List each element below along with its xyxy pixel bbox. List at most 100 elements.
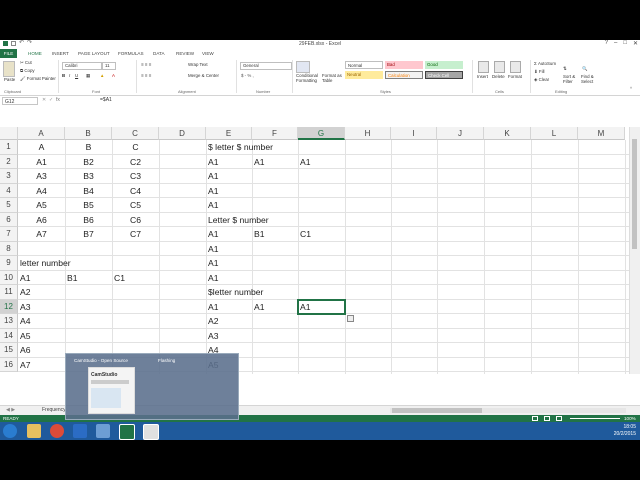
row-header-9[interactable]: 9 (0, 256, 18, 271)
cell-e6[interactable]: Letter $ number (208, 213, 269, 227)
fill-button[interactable]: ⬇ Fill (534, 69, 545, 75)
cell-a14[interactable]: A5 (20, 329, 31, 343)
worksheet-grid[interactable]: ABCDEFGHIJKLM 1 2 3 4 5 6 7 8 9 10 11 12 13 14 15 16 AB… (0, 127, 630, 374)
row-header-15[interactable]: 15 (0, 343, 18, 358)
cell-f2[interactable]: A1 (254, 155, 265, 169)
cut-button[interactable]: ✂ Cut (20, 60, 32, 66)
cell-e7[interactable]: A1 (208, 227, 219, 241)
close-icon[interactable]: ✕ (633, 40, 638, 47)
font-name-select[interactable]: Calibri (62, 62, 102, 70)
insert-function-icon[interactable]: fx (56, 97, 60, 103)
outlook-icon[interactable] (73, 424, 87, 438)
bold-icon[interactable]: B (62, 73, 65, 78)
sheet-nav-icon[interactable]: ◀ ▶ (2, 407, 19, 413)
chrome-icon[interactable] (50, 424, 64, 438)
normal-view-icon[interactable] (532, 416, 538, 421)
tab-formulas[interactable]: FORMULAS (118, 51, 144, 56)
cell-a10[interactable]: A1 (20, 271, 31, 285)
cell-a3[interactable]: A3 (18, 169, 65, 183)
fill-color-icon[interactable]: ▲ (100, 73, 104, 78)
page-break-view-icon[interactable] (556, 416, 562, 421)
style-bad[interactable]: Bad (385, 61, 423, 69)
tab-page-layout[interactable]: PAGE LAYOUT (78, 51, 110, 56)
cell-a15[interactable]: A6 (20, 343, 31, 357)
cell-c10[interactable]: C1 (114, 271, 125, 285)
cell-b7[interactable]: B7 (65, 227, 112, 241)
collapse-ribbon-icon[interactable]: ^ (630, 86, 632, 91)
cell-a9[interactable]: letter number (20, 256, 71, 270)
cell-a13[interactable]: A4 (20, 314, 31, 328)
find-select-button[interactable]: Find & Select (581, 74, 597, 84)
cell-b3[interactable]: B3 (65, 169, 112, 183)
insert-button[interactable]: Insert (477, 74, 488, 79)
style-check-cell[interactable]: Check Cell (425, 71, 463, 79)
row-header-3[interactable]: 3 (0, 169, 18, 184)
page-layout-view-icon[interactable] (544, 416, 550, 421)
cell-c4[interactable]: C4 (112, 184, 159, 198)
column-header-c[interactable]: C (112, 127, 159, 140)
cell-a7[interactable]: A7 (18, 227, 65, 241)
cell-e9[interactable]: A1 (208, 256, 219, 270)
align-top-icon[interactable]: ≡ ≡ ≡ (141, 62, 151, 67)
cell-a2[interactable]: A1 (18, 155, 65, 169)
cell-e2[interactable]: A1 (208, 155, 219, 169)
cell-b6[interactable]: B6 (65, 213, 112, 227)
copy-button[interactable]: ⧉ Copy (20, 68, 35, 73)
format-painter-button[interactable]: 🖌 Format Painter (20, 76, 56, 82)
cell-c3[interactable]: C3 (112, 169, 159, 183)
start-button-icon[interactable] (3, 424, 17, 438)
row-header-12[interactable]: 12 (0, 299, 18, 314)
name-box[interactable]: G12 (2, 97, 38, 105)
cell-a12[interactable]: A3 (20, 300, 31, 314)
column-header-k[interactable]: K (484, 127, 531, 140)
vertical-scroll-thumb[interactable] (632, 139, 637, 249)
tab-view[interactable]: VIEW (202, 51, 214, 56)
cell-a5[interactable]: A5 (18, 198, 65, 212)
row-header-2[interactable]: 2 (0, 154, 18, 169)
style-normal[interactable]: Normal (345, 61, 383, 69)
paste-options-icon[interactable] (347, 315, 354, 322)
cell-f12[interactable]: A1 (254, 300, 265, 314)
cell-a16[interactable]: A7 (20, 358, 31, 372)
horizontal-scrollbar[interactable] (390, 408, 626, 413)
cell-b10[interactable]: B1 (67, 271, 78, 285)
format-as-table-button[interactable]: Format as Table (322, 73, 344, 83)
tab-review[interactable]: REVIEW (176, 51, 194, 56)
row-header-13[interactable]: 13 (0, 314, 18, 329)
cell-e3[interactable]: A1 (208, 169, 219, 183)
style-calculation[interactable]: Calculation (385, 71, 423, 79)
row-header-8[interactable]: 8 (0, 241, 18, 256)
cell-f7[interactable]: B1 (254, 227, 265, 241)
insert-icon[interactable] (478, 61, 489, 73)
wrap-text-button[interactable]: Wrap Text (188, 62, 208, 67)
column-header-g[interactable]: G (298, 127, 345, 140)
tab-file[interactable]: FILE (0, 49, 17, 58)
row-header-6[interactable]: 6 (0, 212, 18, 227)
row-header-4[interactable]: 4 (0, 183, 18, 198)
column-header-m[interactable]: M (578, 127, 625, 140)
delete-icon[interactable] (494, 61, 505, 73)
cell-a6[interactable]: A6 (18, 213, 65, 227)
column-header-h[interactable]: H (345, 127, 391, 140)
font-color-icon[interactable]: A (112, 73, 115, 78)
underline-icon[interactable]: U (75, 73, 78, 78)
popup-title-flashing[interactable]: Flashing (158, 358, 175, 363)
cell-c5[interactable]: C5 (112, 198, 159, 212)
font-size-select[interactable]: 11 (102, 62, 116, 70)
excel-taskbar-icon[interactable] (119, 424, 135, 440)
formula-input[interactable]: =$A1 (100, 97, 112, 103)
row-header-14[interactable]: 14 (0, 328, 18, 343)
currency-icon[interactable]: $ - % , (241, 73, 254, 78)
cell-a4[interactable]: A4 (18, 184, 65, 198)
cell-e10[interactable]: A1 (208, 271, 219, 285)
camstudio-taskbar-icon[interactable] (143, 424, 159, 440)
cell-g2[interactable]: A1 (300, 155, 311, 169)
cell-a11[interactable]: A2 (20, 285, 31, 299)
column-header-b[interactable]: B (65, 127, 112, 140)
cell-e1[interactable]: $ letter $ number (208, 140, 273, 154)
clear-button[interactable]: ◈ Clear (534, 77, 549, 83)
style-good[interactable]: Good (425, 61, 463, 69)
italic-icon[interactable]: I (69, 73, 70, 78)
row-header-5[interactable]: 5 (0, 198, 18, 213)
find-select-icon[interactable]: 🔍 (582, 66, 587, 72)
